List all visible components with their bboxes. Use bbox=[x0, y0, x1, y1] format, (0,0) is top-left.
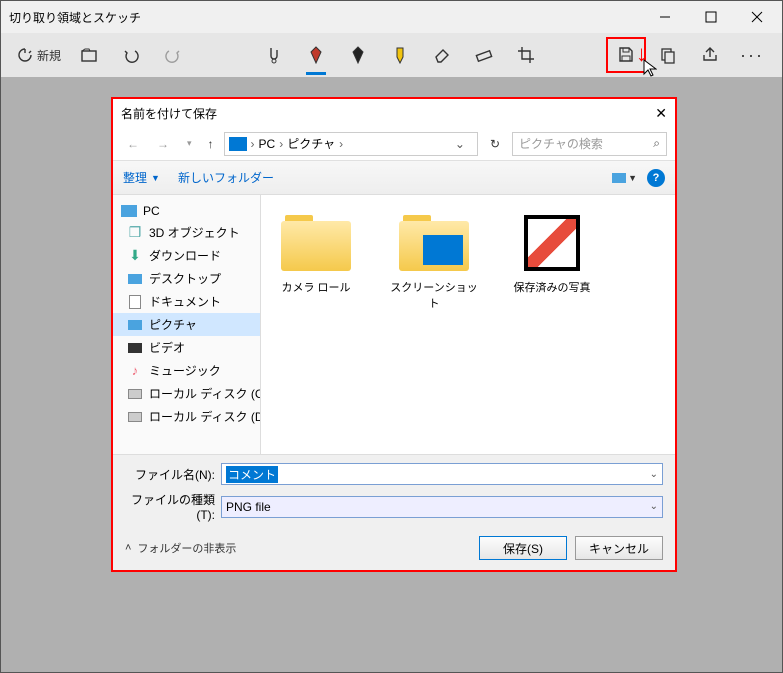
cube-icon: ❒ bbox=[127, 227, 143, 239]
close-button[interactable] bbox=[734, 1, 780, 33]
view-options-button[interactable]: ▼ bbox=[612, 173, 637, 183]
new-folder-button[interactable]: 新しいフォルダー bbox=[178, 169, 274, 186]
folder-icon bbox=[281, 215, 351, 271]
crop-button[interactable] bbox=[506, 37, 546, 73]
dialog-close-button[interactable]: ✕ bbox=[655, 105, 667, 122]
music-icon: ♪ bbox=[127, 365, 143, 377]
folder-camera-roll[interactable]: カメラ ロール bbox=[271, 215, 361, 295]
more-button[interactable]: ··· bbox=[732, 37, 772, 73]
tree-item-local-disk-c[interactable]: ローカル ディスク (C bbox=[113, 382, 260, 405]
organize-button[interactable]: 整理 ▼ bbox=[123, 169, 160, 186]
navigation-tree[interactable]: PC ❒3D オブジェクト ⬇ダウンロード デスクトップ ドキュメント ピクチャ… bbox=[113, 195, 261, 454]
dialog-titlebar: 名前を付けて保存 ✕ bbox=[113, 99, 675, 127]
nav-forward-button[interactable]: → bbox=[151, 137, 175, 151]
address-bar[interactable]: › PC › ピクチャ › ⌄ bbox=[224, 132, 478, 156]
new-label: 新規 bbox=[37, 47, 61, 64]
document-icon bbox=[127, 296, 143, 308]
breadcrumb-pc[interactable]: PC bbox=[259, 137, 276, 151]
ruler-button[interactable] bbox=[464, 37, 504, 73]
titlebar: 切り取り領域とスケッチ bbox=[1, 1, 782, 33]
search-input[interactable]: ピクチャの検索 ⌕ bbox=[512, 132, 667, 156]
filename-label: ファイル名(N): bbox=[125, 466, 221, 483]
folder-icon bbox=[399, 215, 469, 271]
chevron-down-icon[interactable]: ⌄ bbox=[650, 469, 658, 480]
desktop-icon bbox=[127, 273, 143, 285]
breadcrumb-pictures[interactable]: ピクチャ bbox=[287, 135, 335, 152]
filename-input[interactable]: コメント ⌄ bbox=[221, 463, 663, 485]
app-window: 切り取り領域とスケッチ 新規 bbox=[0, 0, 783, 673]
tree-item-documents[interactable]: ドキュメント bbox=[113, 290, 260, 313]
filetype-label: ファイルの種類(T): bbox=[125, 491, 221, 522]
file-list[interactable]: カメラ ロール スクリーンショット 保存済みの写真 bbox=[261, 195, 675, 454]
filetype-select[interactable]: PNG file ⌄ bbox=[221, 496, 663, 518]
filename-value: コメント bbox=[226, 466, 278, 483]
tree-item-pc[interactable]: PC bbox=[113, 201, 260, 221]
download-icon: ⬇ bbox=[127, 250, 143, 262]
redo-button[interactable] bbox=[153, 37, 193, 73]
undo-button[interactable] bbox=[111, 37, 151, 73]
share-button[interactable] bbox=[690, 37, 730, 73]
tree-item-pictures[interactable]: ピクチャ bbox=[113, 313, 260, 336]
nav-back-button[interactable]: ← bbox=[121, 137, 145, 151]
chevron-right-icon: › bbox=[277, 137, 285, 151]
highlighter-button[interactable] bbox=[380, 37, 420, 73]
filetype-value: PNG file bbox=[226, 500, 271, 514]
dialog-toolbar: 整理 ▼ 新しいフォルダー ▼ ? bbox=[113, 161, 675, 195]
address-dropdown-button[interactable]: ⌄ bbox=[447, 137, 473, 151]
help-button[interactable]: ? bbox=[647, 169, 665, 187]
save-confirm-button[interactable]: 保存(S) bbox=[479, 536, 567, 560]
folder-saved-pictures[interactable]: 保存済みの写真 bbox=[507, 215, 597, 295]
chevron-up-icon: ˄ bbox=[125, 542, 131, 554]
dialog-title: 名前を付けて保存 bbox=[121, 105, 217, 122]
tree-item-music[interactable]: ♪ミュージック bbox=[113, 359, 260, 382]
touch-write-button[interactable] bbox=[254, 37, 294, 73]
open-button[interactable] bbox=[69, 37, 109, 73]
pictures-icon bbox=[127, 319, 143, 331]
chevron-down-icon[interactable]: ⌄ bbox=[650, 501, 658, 512]
chevron-right-icon: › bbox=[337, 137, 345, 151]
window-title: 切り取り領域とスケッチ bbox=[9, 9, 141, 26]
dialog-body: PC ❒3D オブジェクト ⬇ダウンロード デスクトップ ドキュメント ピクチャ… bbox=[113, 195, 675, 454]
tree-item-videos[interactable]: ビデオ bbox=[113, 336, 260, 359]
save-as-dialog: 名前を付けて保存 ✕ ← → ▾ ↑ › PC › ピクチャ › ⌄ ↻ bbox=[111, 97, 677, 572]
cancel-button[interactable]: キャンセル bbox=[575, 536, 663, 560]
tree-item-local-disk-d[interactable]: ローカル ディスク (D bbox=[113, 405, 260, 428]
maximize-button[interactable] bbox=[688, 1, 734, 33]
tree-item-downloads[interactable]: ⬇ダウンロード bbox=[113, 244, 260, 267]
folder-screenshots[interactable]: スクリーンショット bbox=[389, 215, 479, 311]
eraser-button[interactable] bbox=[422, 37, 462, 73]
cursor-icon bbox=[643, 59, 657, 77]
nav-recent-dropdown[interactable]: ▾ bbox=[181, 138, 198, 149]
toolbar: 新規 ··· bbox=[1, 33, 782, 77]
new-snip-button[interactable]: 新規 bbox=[11, 37, 67, 73]
chevron-right-icon: › bbox=[249, 137, 257, 151]
pencil-button[interactable] bbox=[338, 37, 378, 73]
photo-icon bbox=[524, 215, 580, 271]
nav-up-button[interactable]: ↑ bbox=[204, 137, 218, 151]
pc-icon bbox=[229, 137, 247, 151]
canvas-area: 名前を付けて保存 ✕ ← → ▾ ↑ › PC › ピクチャ › ⌄ ↻ bbox=[1, 77, 782, 672]
tree-item-3d-objects[interactable]: ❒3D オブジェクト bbox=[113, 221, 260, 244]
hide-folders-button[interactable]: ˄ フォルダーの非表示 bbox=[125, 540, 236, 556]
dialog-bottom: ファイル名(N): コメント ⌄ ファイルの種類(T): PNG file ⌄ bbox=[113, 454, 675, 570]
window-controls bbox=[642, 1, 780, 33]
dialog-nav: ← → ▾ ↑ › PC › ピクチャ › ⌄ ↻ ピクチャの検索 ⌕ bbox=[113, 127, 675, 161]
search-placeholder: ピクチャの検索 bbox=[519, 135, 603, 152]
minimize-button[interactable] bbox=[642, 1, 688, 33]
disk-icon bbox=[127, 411, 143, 423]
tree-item-desktop[interactable]: デスクトップ bbox=[113, 267, 260, 290]
disk-icon bbox=[127, 388, 143, 400]
ballpoint-pen-button[interactable] bbox=[296, 37, 336, 73]
video-icon bbox=[127, 342, 143, 354]
refresh-button[interactable]: ↻ bbox=[484, 137, 506, 151]
search-icon: ⌕ bbox=[653, 136, 660, 151]
